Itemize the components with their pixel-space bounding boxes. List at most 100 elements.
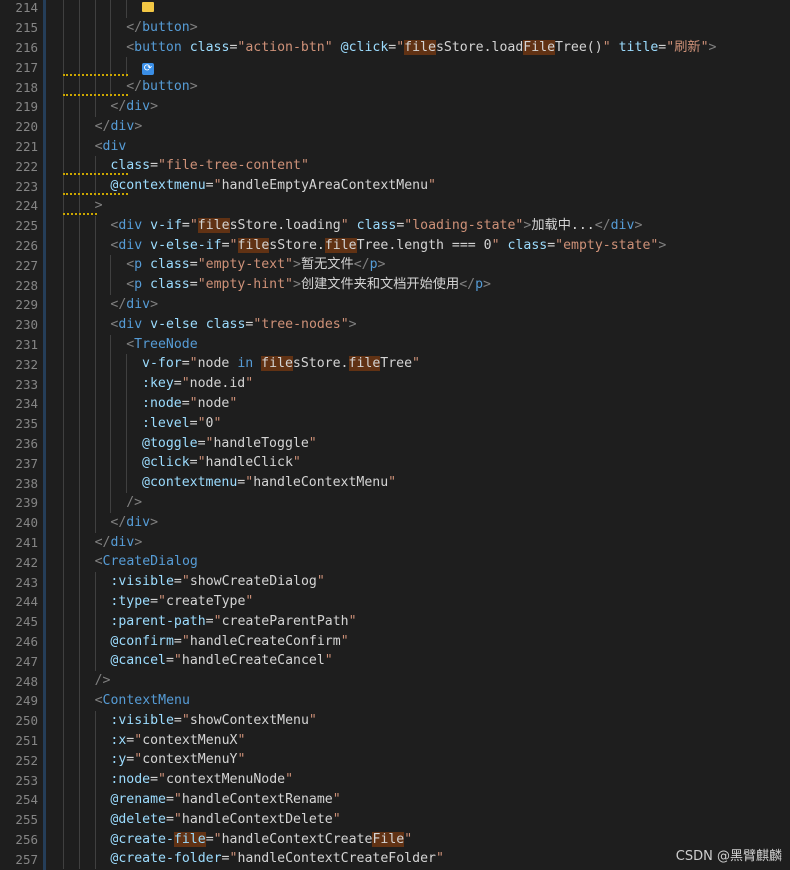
code-line[interactable]: 227 <p class="empty-text">暂无文件</p>: [0, 255, 790, 276]
code-token: handleContextCreateFolder: [237, 851, 436, 867]
code-line[interactable]: 241 </div>: [0, 532, 790, 553]
code-token: node: [197, 356, 238, 372]
code-line[interactable]: 243:visible="showCreateDialog": [0, 572, 790, 592]
code-line[interactable]: 225 <div v-if="filesStore.loading" class=…: [0, 215, 790, 236]
indent-guide: [94, 37, 96, 58]
code-text: </div>: [110, 295, 158, 315]
indent-guide: [63, 493, 64, 513]
indent-guide: [94, 453, 96, 474]
code-line[interactable]: 219 </div>: [0, 97, 790, 117]
code-line[interactable]: 239 />: [0, 493, 790, 513]
code-token: =: [181, 217, 190, 233]
code-token: </: [594, 217, 611, 233]
line-number: 241: [15, 534, 38, 550]
code-token: =: [221, 237, 230, 253]
code-line[interactable]: 229 </div>: [0, 295, 790, 315]
code-line[interactable]: 247 @cancel="handleCreateCancel": [0, 651, 790, 672]
line-number: 232: [15, 356, 38, 372]
indent-guide: [94, 770, 96, 790]
indent-guide: [110, 37, 112, 58]
code-token: />: [94, 673, 111, 689]
indent-guide: [78, 0, 80, 18]
code-line[interactable]: 249 <ContextMenu: [0, 691, 790, 711]
code-line[interactable]: 222 class="file-tree-content": [0, 156, 790, 177]
indent-guide: [63, 849, 64, 870]
code-line[interactable]: 235:level="0": [0, 413, 790, 434]
code-token: "刷新": [666, 39, 709, 55]
code-line[interactable]: 250:visible="showContextMenu": [0, 710, 790, 731]
code-token: =: [173, 574, 182, 590]
indent-guide: [78, 433, 80, 454]
code-token: =: [165, 792, 174, 807]
code-line[interactable]: 214: [0, 0, 790, 18]
code-token: p: [134, 257, 143, 273]
indent-guide: [63, 255, 64, 276]
code-line[interactable]: 240 </div>: [0, 512, 790, 533]
refresh-icon: ⟳: [142, 63, 154, 76]
code-editor[interactable]: 214 215 </button> 216 <button class="action-…: [0, 0, 790, 870]
code-line[interactable]: 253:node="contextMenuNode": [0, 770, 790, 790]
code-line[interactable]: 254 @rename="handleContextRename": [0, 790, 790, 810]
code-token: ": [197, 415, 206, 431]
code-token: "empty-hint": [197, 277, 293, 293]
line-number: 224: [15, 198, 38, 214]
code-line[interactable]: 252:y="contextMenuY": [0, 750, 790, 771]
code-token: node.id: [189, 376, 246, 392]
code-line[interactable]: 237 @click="handleClick": [0, 453, 790, 474]
line-number: 256: [15, 831, 38, 847]
code-token: "tree-nodes": [253, 316, 349, 332]
code-line[interactable]: 251:x="contextMenuX": [0, 730, 790, 751]
code-text: <TreeNode: [126, 335, 197, 355]
code-line[interactable]: 228 <p class="empty-hint">创建文件夹和文档开始使用</p…: [0, 275, 790, 295]
code-line[interactable]: 242 <CreateDialog: [0, 552, 790, 573]
indent-guide: [94, 314, 96, 335]
indent-guide: [78, 770, 80, 790]
code-line[interactable]: 220 </div>: [0, 116, 790, 137]
code-line[interactable]: 246 @confirm="handleCreateConfirm": [0, 631, 790, 652]
code-line[interactable]: 224 >: [0, 196, 790, 216]
line-number: 240: [15, 515, 38, 531]
code-line[interactable]: 216 <button class="action-btn" @click="fi…: [0, 37, 790, 58]
code-line[interactable]: 217 ⟳: [0, 57, 790, 78]
code-line[interactable]: 221 <div: [0, 136, 790, 157]
code-line[interactable]: 248 />: [0, 671, 790, 691]
code-line[interactable]: 215 </button>: [0, 17, 790, 38]
indent-guide: [63, 572, 64, 592]
code-text: </div>: [95, 117, 143, 137]
code-line[interactable]: 223 @contextmenu="handleEmptyAreaContextM…: [0, 176, 790, 196]
line-number: 228: [15, 277, 38, 293]
code-token: handleEmptyAreaContextMenu: [221, 178, 429, 194]
code-token: >: [189, 19, 198, 35]
code-line[interactable]: 231 <TreeNode: [0, 334, 790, 355]
code-line[interactable]: 232 v-for="node in filesStore.fileTree": [0, 354, 790, 375]
indent-guide: [78, 512, 80, 533]
indent-guide: [78, 552, 80, 573]
code-line[interactable]: 238 @contextmenu="handleContextMenu": [0, 473, 790, 493]
code-token: file: [237, 237, 270, 253]
code-token: node: [197, 396, 230, 411]
code-line[interactable]: 236 @toggle="handleToggle": [0, 433, 790, 454]
indent-guide: [126, 354, 128, 375]
code-token: ": [396, 39, 405, 55]
code-token: <: [126, 336, 135, 352]
warning-squiggle: [63, 91, 128, 96]
code-line[interactable]: 218 </button>: [0, 77, 790, 97]
indent-guide: [63, 552, 64, 573]
code-line[interactable]: 233:key="node.id": [0, 374, 790, 394]
indent-guide: [63, 651, 64, 672]
code-line[interactable]: 244:type="createType": [0, 592, 790, 612]
code-line[interactable]: 256 @create-file="handleContextCreateFile…: [0, 829, 790, 850]
code-line[interactable]: 257 @create-folder= "handleContextCreateFo…: [0, 849, 790, 870]
indent-guide: [126, 0, 128, 18]
code-token: handleCreateConfirm: [189, 633, 341, 649]
code-line[interactable]: 234:node="node": [0, 394, 790, 414]
code-line[interactable]: 245:parent-path="createParentPath": [0, 611, 790, 632]
code-line[interactable]: 230 <div v-else class="tree-nodes">: [0, 314, 790, 335]
indent-guide: [63, 592, 64, 612]
code-token: file: [261, 356, 293, 372]
code-line[interactable]: 226 <div v-else-if="filesStore.fileTree.l…: [0, 235, 790, 256]
code-line[interactable]: 255 @delete="handleContextDelete": [0, 809, 790, 830]
